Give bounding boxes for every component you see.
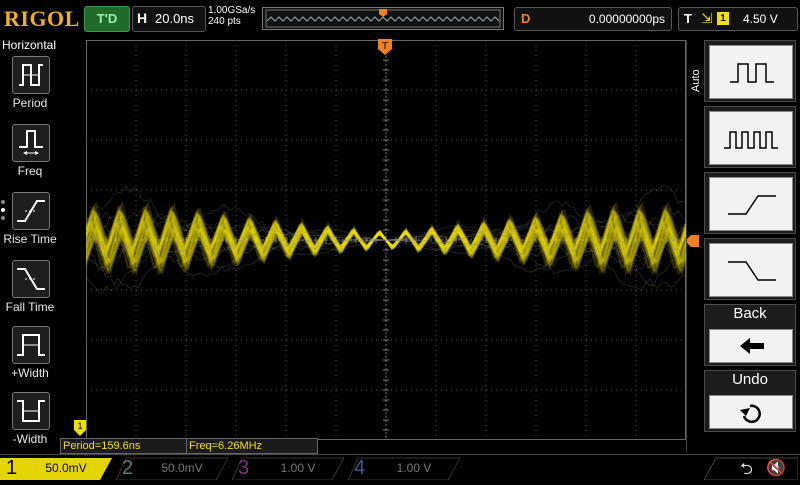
menu-label-fall-time: Fall Time: [5, 300, 55, 314]
usb-icon: ⮌: [740, 461, 753, 478]
channel-3-number: 3: [238, 457, 250, 479]
right-menu-rail: [686, 40, 705, 452]
menu-label-positive-width: +Width: [11, 366, 49, 380]
right-menu-mode-label: Auto: [690, 69, 702, 92]
frequency-icon: [12, 124, 50, 162]
left-menu-title: Horizontal: [2, 38, 57, 52]
measurement-period[interactable]: Period=159.6ns: [60, 438, 188, 454]
trigger-delay-box[interactable]: D 0.00000000ps: [514, 7, 672, 31]
sample-rate: 1.00GSa/s: [208, 5, 256, 16]
trigger-level-value: 4.50 V: [743, 12, 778, 26]
positive-width-icon: [12, 326, 50, 364]
channel-3-tab[interactable]: 3 1.00 V: [232, 456, 344, 480]
trigger-position-marker[interactable]: T: [377, 38, 393, 61]
menu-item-rise-time[interactable]: Rise Time: [0, 192, 60, 258]
channel-2-tab[interactable]: 2 50.0mV: [116, 456, 228, 480]
pulse-train-icon: [709, 111, 793, 165]
sample-info: 1.00GSa/s 240 pts: [208, 5, 255, 27]
back-label: Back: [733, 305, 767, 322]
memory-waveform-preview: [265, 9, 501, 28]
memory-position-bar[interactable]: [262, 7, 504, 30]
rising-slope-icon: ⇲: [701, 10, 713, 26]
channel-1-number: 1: [6, 457, 18, 479]
trigger-letter: T: [684, 11, 692, 26]
brand-logo: RIGOL: [4, 6, 80, 31]
softkey-single-pulse[interactable]: [704, 40, 796, 102]
menu-label-freq: Freq: [17, 164, 43, 178]
softkey-undo[interactable]: Undo: [704, 370, 796, 432]
channel-1-scale: 50.0mV: [45, 461, 87, 475]
menu-item-negative-width[interactable]: -Width: [0, 392, 60, 458]
negative-width-icon: [12, 392, 50, 430]
menu-item-period[interactable]: Period: [0, 56, 60, 122]
trigger-settings-box[interactable]: T ⇲ 1 4.50 V: [678, 7, 798, 31]
back-arrow-icon: [709, 329, 793, 363]
undo-label: Undo: [732, 371, 768, 388]
single-pulse-icon: [709, 45, 793, 99]
menu-label-negative-width: -Width: [12, 432, 48, 446]
softkey-falling-edge[interactable]: [704, 238, 796, 300]
graticule: [84, 39, 688, 441]
rise-time-icon: [12, 192, 50, 230]
fall-time-icon: [12, 260, 50, 298]
measurement-frequency[interactable]: Freq=6.26MHz: [186, 438, 318, 454]
softkey-back[interactable]: Back: [704, 304, 796, 366]
usb-status-area: ⮌ 🔇: [704, 456, 798, 480]
delay-value: 0.00000000ps: [588, 12, 665, 26]
menu-item-positive-width[interactable]: +Width: [0, 326, 60, 392]
menu-item-fall-time[interactable]: Fall Time: [0, 260, 60, 326]
channel-2-scale: 50.0mV: [161, 461, 203, 475]
rising-edge-icon: [709, 177, 793, 231]
speaker-mute-icon: 🔇: [766, 460, 786, 477]
run-status-badge[interactable]: T'D: [84, 6, 130, 32]
horizontal-letter: H: [137, 10, 148, 26]
timebase-box[interactable]: H 20.0ns: [132, 6, 206, 32]
channel-4-number: 4: [354, 457, 366, 479]
timebase-value: 20.0ns: [155, 11, 195, 26]
channel-bar-divider: [0, 454, 800, 455]
period-icon: [12, 56, 50, 94]
menu-label-period: Period: [12, 96, 48, 110]
trigger-source-badge: 1: [717, 12, 729, 25]
menu-label-rise-time: Rise Time: [3, 232, 57, 246]
waveform-display[interactable]: [84, 39, 688, 441]
trigger-marker-text: T: [382, 41, 388, 52]
top-status-bar: RIGOL T'D H 20.0ns 1.00GSa/s 240 pts D 0…: [0, 0, 800, 36]
undo-icon: [709, 395, 793, 429]
memory-points: 240 pts: [208, 16, 241, 27]
ground-marker-text: 1: [77, 421, 82, 431]
channel-1-tab[interactable]: 1 50.0mV: [0, 456, 112, 480]
menu-item-freq[interactable]: Freq: [0, 124, 60, 190]
falling-edge-icon: [709, 243, 793, 297]
delay-letter: D: [521, 11, 531, 26]
channel-4-scale: 1.00 V: [396, 461, 432, 475]
channel-3-scale: 1.00 V: [280, 461, 316, 475]
softkey-rising-edge[interactable]: [704, 172, 796, 234]
channel-4-tab[interactable]: 4 1.00 V: [348, 456, 460, 480]
channel-2-number: 2: [122, 457, 134, 479]
memory-trigger-marker: [379, 9, 387, 17]
softkey-pulse-train[interactable]: [704, 106, 796, 168]
